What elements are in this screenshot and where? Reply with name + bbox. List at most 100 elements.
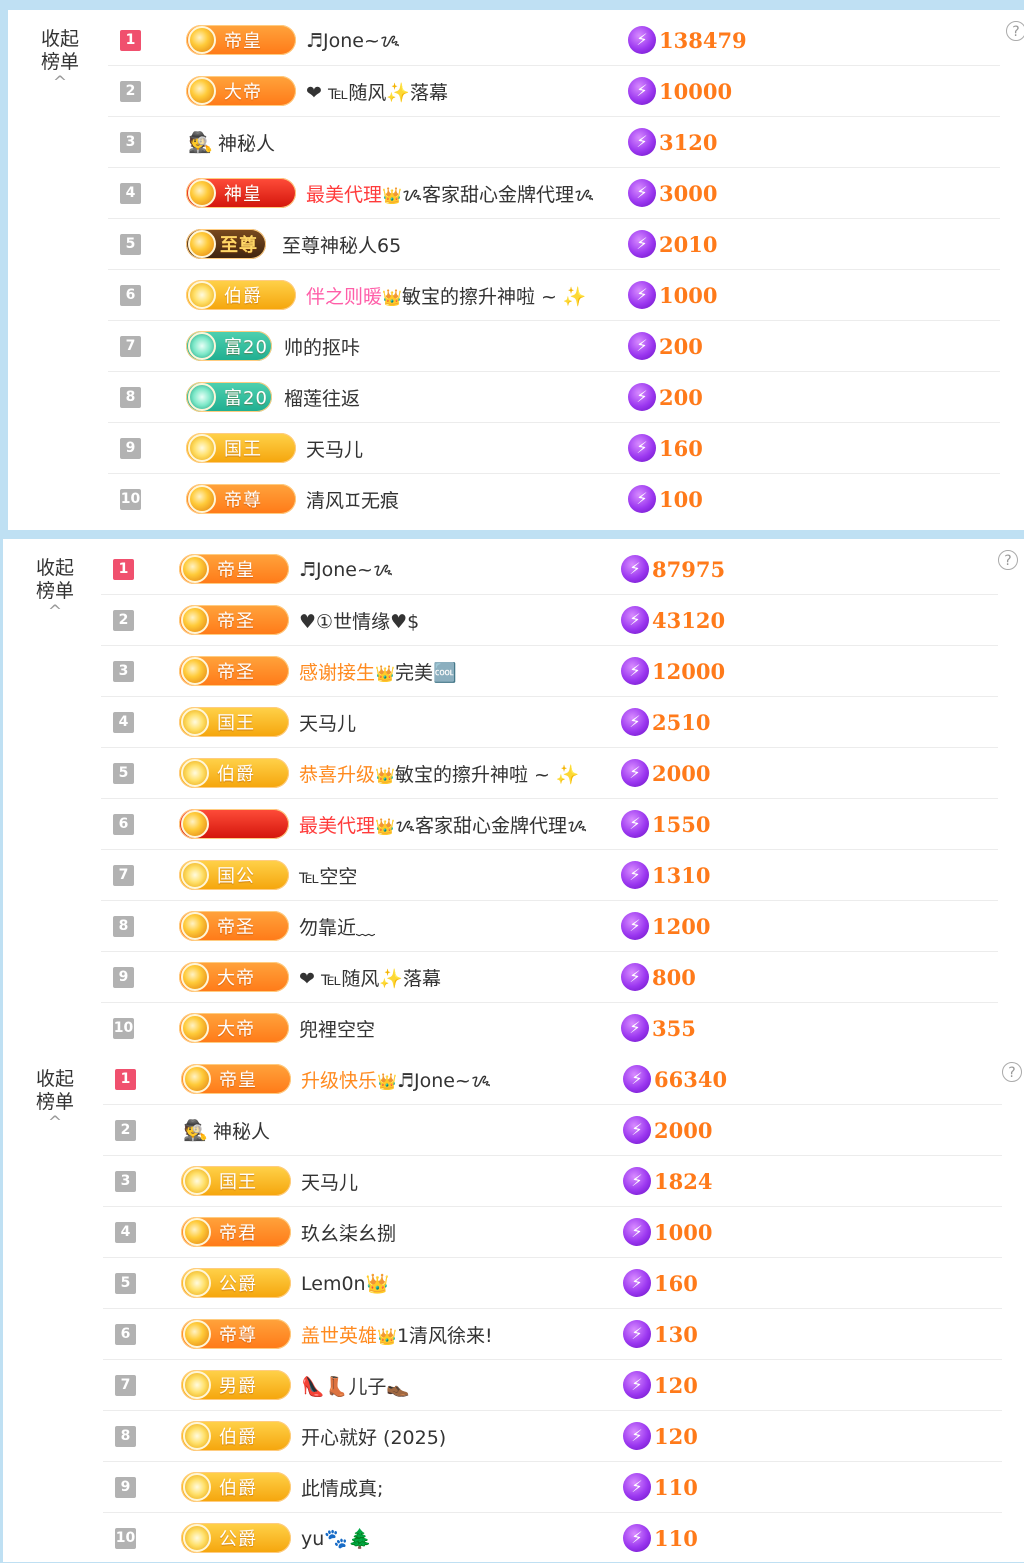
user-name[interactable]: 👠👢儿子👞: [301, 1372, 410, 1399]
user-name[interactable]: ♥①世情缘♥$: [299, 607, 419, 634]
ranking-row[interactable]: 4 神皇 最美代理👑ᝰ客家甜心金牌代理ᝰ ⚡ 3000: [108, 168, 1000, 219]
user-name[interactable]: 勿靠近﹏: [299, 913, 375, 940]
user-name[interactable]: 伴之则暖👑敏宝的擦升神啦 ~ ✨: [306, 282, 587, 309]
user-name-text: ♬Jone~ᝰ: [396, 1069, 491, 1092]
ranking-row[interactable]: 5 公爵 Lem0n👑 ⚡ 160: [103, 1258, 1002, 1309]
score-value: 1000: [654, 1219, 713, 1245]
ranking-row[interactable]: 8 富20 榴莲往返 ⚡ 200: [108, 372, 1000, 423]
user-name[interactable]: 升级快乐👑♬Jone~ᝰ: [301, 1066, 491, 1093]
rank-badge: 国王: [179, 707, 289, 737]
score: ⚡ 138479: [628, 26, 747, 54]
crown-icon: 👑: [375, 765, 395, 785]
collapse-list-button[interactable]: 收起 榜单 ^: [3, 557, 107, 621]
user-name[interactable]: 榴莲往返: [284, 384, 360, 411]
ranking-row[interactable]: 3 国王 天马儿 ⚡ 1824: [103, 1156, 1002, 1207]
rank-badge: 帝圣: [179, 605, 289, 635]
fan-tag: 升级快乐: [301, 1069, 378, 1092]
badge-emblem-icon: [188, 434, 216, 462]
ranking-row[interactable]: 6 帝尊 盖世英雄👑1清风徐来! ⚡ 130: [103, 1309, 1002, 1360]
ranking-row[interactable]: 2 大帝 ❤ ℡随风✨落幕 ⚡ 10000: [108, 66, 1000, 117]
question-circle-icon[interactable]: ?: [1002, 1062, 1022, 1082]
user-name[interactable]: 感谢接生👑完美🆒: [299, 658, 457, 685]
ranking-row[interactable]: 9 伯爵 此情成真; ⚡ 110: [103, 1462, 1002, 1513]
ranking-row[interactable]: 1 帝皇 ♬Jone~ᝰ ⚡ 87975: [101, 544, 998, 595]
ranking-row[interactable]: 4 帝君 玖幺柒幺捌 ⚡ 1000: [103, 1207, 1002, 1258]
ranking-row[interactable]: 2 帝圣 ♥①世情缘♥$ ⚡ 43120: [101, 595, 998, 646]
user-name[interactable]: ❤ ℡随风✨落幕: [306, 78, 448, 105]
ranking-row[interactable]: 10 帝尊 清风♊无痕 ⚡ 100: [108, 474, 1000, 524]
lightning-bolt-icon: ⚡: [628, 485, 656, 513]
user-name-text: 天马儿: [299, 712, 357, 735]
user-name[interactable]: ♬Jone~ᝰ: [299, 556, 393, 582]
lightning-bolt-icon: ⚡: [623, 1269, 651, 1297]
ranking-row[interactable]: 3 🕵 神秘人 ⚡ 3120: [108, 117, 1000, 168]
user-name[interactable]: 兜裡空空: [299, 1015, 375, 1042]
user-name[interactable]: 天马儿: [299, 709, 356, 736]
user-name[interactable]: 至尊神秘人65: [282, 231, 401, 258]
badge-emblem-icon: [181, 912, 209, 940]
user-name[interactable]: 最美代理👑ᝰ客家甜心金牌代理ᝰ: [299, 811, 587, 838]
user-name[interactable]: 开心就好 (2025): [301, 1423, 446, 1450]
badge-title: 国公: [217, 866, 255, 887]
user-name[interactable]: 恭喜升级👑敏宝的擦升神啦 ~ ✨: [299, 760, 580, 787]
rank-number: 9: [115, 1476, 136, 1498]
ranking-row[interactable]: 8 帝圣 勿靠近﹏ ⚡ 1200: [101, 901, 998, 952]
user-name[interactable]: ♬Jone~ᝰ: [306, 27, 400, 53]
user-name[interactable]: 帅的抠咔: [284, 333, 360, 360]
user-name[interactable]: 最美代理👑ᝰ客家甜心金牌代理ᝰ: [306, 180, 594, 207]
ranking-row[interactable]: 5 伯爵 恭喜升级👑敏宝的擦升神啦 ~ ✨ ⚡ 2000: [101, 748, 998, 799]
rank-number: 3: [113, 660, 134, 682]
ranking-row[interactable]: 2 🕵 神秘人 ⚡ 2000: [103, 1105, 1002, 1156]
ranking-row[interactable]: 1 帝皇 ♬Jone~ᝰ ⚡ 138479: [108, 15, 1000, 66]
ranking-row[interactable]: 4 国王 天马儿 ⚡ 2510: [101, 697, 998, 748]
user-name[interactable]: 神秘人: [213, 1117, 270, 1144]
user-name-text: 勿靠近﹏: [299, 916, 376, 939]
ranking-row[interactable]: 3 帝圣 感谢接生👑完美🆒 ⚡ 12000: [101, 646, 998, 697]
ranking-row[interactable]: 6 最美代理👑ᝰ客家甜心金牌代理ᝰ ⚡ 1550: [101, 799, 998, 850]
crown-icon: 👑: [375, 816, 395, 836]
user-name[interactable]: 盖世英雄👑1清风徐来!: [301, 1321, 493, 1348]
user-name[interactable]: 此情成真;: [301, 1474, 383, 1501]
score-value: 200: [659, 384, 703, 410]
user-name[interactable]: 天马儿: [301, 1168, 358, 1195]
rank-number: 5: [113, 762, 134, 784]
ranking-row[interactable]: 6 伯爵 伴之则暖👑敏宝的擦升神啦 ~ ✨ ⚡ 1000: [108, 270, 1000, 321]
score-value: 2510: [652, 709, 711, 735]
score: ⚡ 1000: [628, 281, 717, 309]
question-circle-icon[interactable]: ?: [1006, 21, 1024, 41]
lightning-bolt-icon: ⚡: [623, 1065, 651, 1093]
badge-emblem-icon: [188, 26, 216, 54]
ranking-row[interactable]: 10 公爵 yu🐾🌲 ⚡ 110: [103, 1513, 1002, 1563]
ranking-row[interactable]: 7 国公 ℡空空 ⚡ 1310: [101, 850, 998, 901]
rank-number: 8: [113, 915, 134, 937]
rank-number: 9: [120, 437, 141, 459]
user-name[interactable]: ❤ ℡随风✨落幕: [299, 964, 441, 991]
fan-tag: 最美代理: [299, 814, 376, 837]
badge-title: 帝皇: [219, 1070, 257, 1091]
user-name[interactable]: 神秘人: [218, 129, 275, 156]
user-name-text: 开心就好 (2025): [301, 1426, 447, 1449]
collapse-list-button[interactable]: 收起 榜单 ^: [3, 1068, 107, 1132]
ranking-row[interactable]: 10 大帝 兜裡空空 ⚡ 355: [101, 1003, 998, 1053]
user-name[interactable]: yu🐾🌲: [301, 1527, 372, 1550]
ranking-row[interactable]: 9 国王 天马儿 ⚡ 160: [108, 423, 1000, 474]
user-name[interactable]: 清风♊无痕: [306, 486, 399, 513]
score-value: 110: [654, 1525, 698, 1551]
user-name[interactable]: 天马儿: [306, 435, 363, 462]
question-circle-icon[interactable]: ?: [998, 550, 1018, 570]
badge-title: 大帝: [217, 1019, 255, 1040]
user-name[interactable]: ℡空空: [299, 862, 357, 889]
ranking-row[interactable]: 5 至尊 至尊神秘人65 ⚡ 2010: [108, 219, 1000, 270]
score-value: 160: [654, 1270, 698, 1296]
ranking-row[interactable]: 8 伯爵 开心就好 (2025) ⚡ 120: [103, 1411, 1002, 1462]
lightning-bolt-icon: ⚡: [628, 281, 656, 309]
user-name-text: ℡空空: [299, 865, 358, 888]
ranking-row[interactable]: 1 帝皇 升级快乐👑♬Jone~ᝰ ⚡ 66340: [103, 1054, 1002, 1105]
ranking-row[interactable]: 9 大帝 ❤ ℡随风✨落幕 ⚡ 800: [101, 952, 998, 1003]
ranking-row[interactable]: 7 男爵 👠👢儿子👞 ⚡ 120: [103, 1360, 1002, 1411]
user-name[interactable]: 玖幺柒幺捌: [301, 1219, 396, 1246]
rank-number: 4: [120, 182, 141, 204]
user-name[interactable]: Lem0n👑: [301, 1272, 389, 1295]
ranking-row[interactable]: 7 富20 帅的抠咔 ⚡ 200: [108, 321, 1000, 372]
collapse-list-button[interactable]: 收起 榜单 ^: [8, 28, 112, 92]
